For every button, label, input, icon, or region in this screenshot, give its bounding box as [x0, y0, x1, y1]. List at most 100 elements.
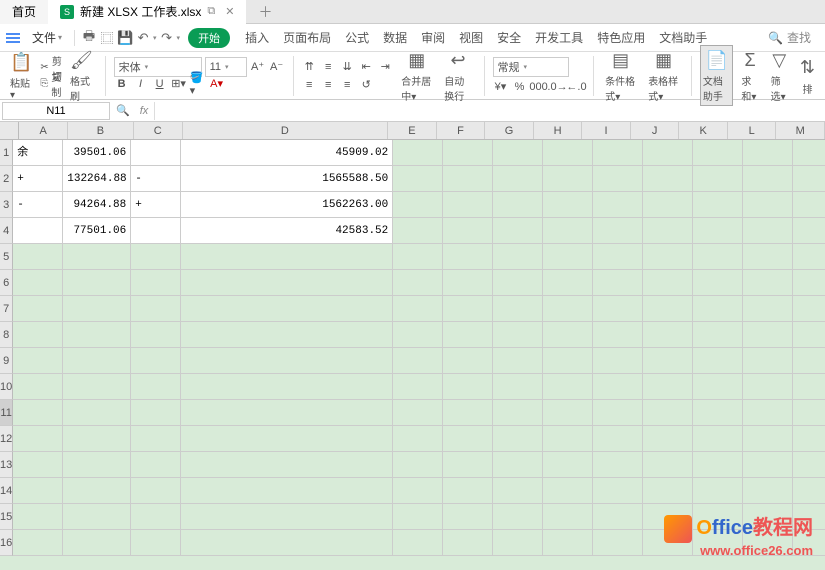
cell[interactable]	[743, 270, 793, 296]
cell[interactable]	[393, 296, 443, 322]
cell[interactable]	[593, 374, 643, 400]
cell[interactable]	[393, 322, 443, 348]
cell[interactable]	[693, 270, 743, 296]
cell[interactable]	[743, 166, 793, 192]
cell[interactable]	[643, 192, 693, 218]
cell[interactable]	[693, 400, 743, 426]
cell[interactable]	[63, 426, 131, 452]
cell[interactable]	[13, 374, 63, 400]
cell[interactable]	[63, 296, 131, 322]
cell[interactable]	[593, 452, 643, 478]
cell[interactable]: 45909.02	[181, 140, 393, 166]
align-bottom-icon[interactable]: ⇊	[339, 59, 355, 75]
cell[interactable]	[493, 400, 543, 426]
row-header[interactable]: 13	[0, 452, 13, 478]
cell[interactable]	[493, 478, 543, 504]
cell[interactable]	[593, 140, 643, 166]
cell[interactable]	[543, 218, 593, 244]
column-header[interactable]: M	[776, 122, 825, 139]
cell[interactable]	[543, 452, 593, 478]
italic-button[interactable]: I	[133, 76, 149, 92]
cell[interactable]	[543, 374, 593, 400]
cell[interactable]	[393, 374, 443, 400]
row-header[interactable]: 3	[0, 192, 13, 218]
menu-tab[interactable]: 特色应用	[590, 31, 652, 45]
cell[interactable]	[131, 374, 181, 400]
cell[interactable]	[493, 296, 543, 322]
column-header[interactable]: F	[437, 122, 486, 139]
align-middle-icon[interactable]: ≡	[320, 59, 336, 75]
cell[interactable]	[63, 504, 131, 530]
cell[interactable]	[793, 374, 825, 400]
cell[interactable]	[443, 296, 493, 322]
cell[interactable]	[793, 348, 825, 374]
cell[interactable]	[593, 478, 643, 504]
cell[interactable]	[443, 400, 493, 426]
cell[interactable]	[63, 322, 131, 348]
cell[interactable]	[793, 192, 825, 218]
row-header[interactable]: 11	[0, 400, 13, 426]
cell[interactable]: 132264.88	[63, 166, 131, 192]
cell[interactable]	[543, 478, 593, 504]
cell[interactable]	[13, 426, 63, 452]
cell[interactable]	[443, 478, 493, 504]
cell[interactable]	[543, 140, 593, 166]
cell[interactable]	[593, 348, 643, 374]
cell[interactable]	[443, 244, 493, 270]
cell[interactable]	[131, 426, 181, 452]
cell[interactable]	[443, 504, 493, 530]
cell[interactable]	[181, 270, 393, 296]
cell[interactable]	[693, 218, 743, 244]
cell[interactable]	[393, 478, 443, 504]
cell[interactable]	[181, 374, 393, 400]
cell[interactable]	[493, 452, 543, 478]
cell[interactable]	[593, 296, 643, 322]
cell[interactable]	[643, 374, 693, 400]
redo-icon[interactable]: ↷	[159, 30, 175, 46]
row-header[interactable]: 6	[0, 270, 13, 296]
cell[interactable]	[493, 374, 543, 400]
cell[interactable]	[131, 244, 181, 270]
cell[interactable]	[743, 400, 793, 426]
cell[interactable]	[643, 452, 693, 478]
cell[interactable]	[793, 270, 825, 296]
cell[interactable]	[743, 192, 793, 218]
cell[interactable]	[443, 140, 493, 166]
print-icon[interactable]: 🖶	[81, 30, 97, 46]
copy-button[interactable]: ⎘ 复制	[40, 77, 62, 91]
cell[interactable]	[181, 348, 393, 374]
menu-tab[interactable]: 公式	[338, 31, 376, 45]
cell[interactable]	[131, 478, 181, 504]
format-painter-button[interactable]: 🖌格式刷	[66, 48, 97, 103]
cell[interactable]	[493, 140, 543, 166]
menu-tab[interactable]: 安全	[490, 31, 528, 45]
cell[interactable]	[793, 244, 825, 270]
cell[interactable]	[643, 322, 693, 348]
column-header[interactable]: B	[68, 122, 134, 139]
cell[interactable]	[181, 426, 393, 452]
font-color-button[interactable]: A▾	[209, 76, 225, 92]
cell[interactable]	[793, 322, 825, 348]
cell[interactable]	[593, 322, 643, 348]
cell[interactable]	[643, 166, 693, 192]
select-all-corner[interactable]	[0, 122, 19, 139]
cell[interactable]	[443, 374, 493, 400]
cell[interactable]	[13, 244, 63, 270]
cell[interactable]	[793, 218, 825, 244]
cell[interactable]	[793, 296, 825, 322]
cell[interactable]	[643, 140, 693, 166]
cell[interactable]	[693, 192, 743, 218]
cell[interactable]	[131, 296, 181, 322]
cell[interactable]	[543, 244, 593, 270]
cell[interactable]	[393, 530, 443, 556]
cell[interactable]	[393, 426, 443, 452]
cell[interactable]	[181, 400, 393, 426]
cell[interactable]	[593, 400, 643, 426]
cell[interactable]	[543, 348, 593, 374]
cell[interactable]	[13, 530, 63, 556]
cell[interactable]	[13, 348, 63, 374]
column-header[interactable]: E	[388, 122, 437, 139]
cell[interactable]	[131, 322, 181, 348]
cell[interactable]	[543, 426, 593, 452]
cell[interactable]	[593, 192, 643, 218]
